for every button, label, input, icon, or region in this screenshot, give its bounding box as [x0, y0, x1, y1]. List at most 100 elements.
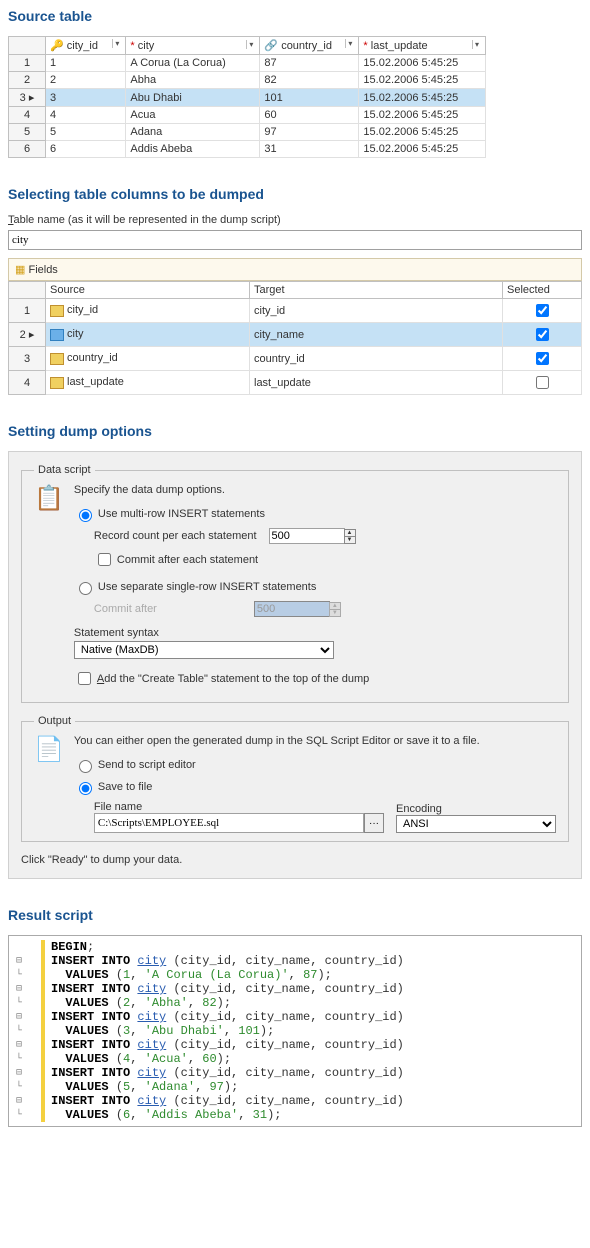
radio-single-row[interactable]: [79, 582, 92, 595]
cell-last_update[interactable]: 15.02.2006 5:45:25: [359, 55, 486, 72]
script-icon: 📋: [34, 484, 64, 694]
cell-city[interactable]: Addis Abeba: [126, 141, 260, 158]
fields-panel-header: ▦ Fields: [8, 258, 582, 281]
required-icon: *: [363, 40, 367, 52]
table-row[interactable]: 66Addis Abeba3115.02.2006 5:45:25: [9, 141, 486, 158]
col-selected[interactable]: Selected: [503, 282, 582, 299]
filename-input[interactable]: [94, 813, 364, 833]
col-target[interactable]: Target: [250, 282, 503, 299]
cell-city[interactable]: Abu Dhabi: [126, 89, 260, 107]
cell-country_id[interactable]: 31: [260, 141, 359, 158]
section-source-heading: Source table: [8, 8, 582, 24]
data-script-fieldset: Data script 📋 Specify the data dump opti…: [21, 464, 569, 703]
cell-city_id[interactable]: 4: [46, 107, 126, 124]
row-number: 4: [9, 371, 46, 395]
col-last_update[interactable]: * last_update▾: [359, 37, 486, 55]
table-row[interactable]: 2 ▸citycity_name: [9, 323, 582, 347]
cell-source[interactable]: last_update: [46, 371, 250, 395]
cell-selected[interactable]: [503, 371, 582, 395]
cell-target[interactable]: country_id: [250, 347, 503, 371]
dropdown-icon[interactable]: ▾: [246, 40, 255, 49]
cell-country_id[interactable]: 87: [260, 55, 359, 72]
stmt-syntax-select[interactable]: Native (MaxDB): [74, 641, 334, 659]
cell-country_id[interactable]: 97: [260, 124, 359, 141]
row-number: 1: [9, 55, 46, 72]
cell-country_id[interactable]: 60: [260, 107, 359, 124]
label-single-row: Use separate single-row INSERT statement…: [98, 581, 316, 593]
cell-source[interactable]: city: [46, 323, 250, 347]
cell-target[interactable]: last_update: [250, 371, 503, 395]
cell-city_id[interactable]: 3: [46, 89, 126, 107]
radio-save-file[interactable]: [79, 782, 92, 795]
table-row[interactable]: 3country_idcountry_id: [9, 347, 582, 371]
script-line: ⊟INSERT INTO city (city_id, city_name, c…: [9, 982, 581, 996]
cell-source[interactable]: country_id: [46, 347, 250, 371]
script-line: BEGIN;: [9, 940, 581, 954]
cell-selected[interactable]: [503, 299, 582, 323]
table-row[interactable]: 22Abha8215.02.2006 5:45:25: [9, 72, 486, 89]
tablename-input[interactable]: [8, 230, 582, 250]
col-city_id[interactable]: 🔑 city_id▾: [46, 37, 126, 55]
radio-multi-row[interactable]: [79, 509, 92, 522]
col-country_id[interactable]: 🔗 country_id▾: [260, 37, 359, 55]
output-icon: 📄: [34, 735, 64, 833]
column-icon: [50, 377, 64, 389]
selected-checkbox[interactable]: [536, 304, 549, 317]
dropdown-icon[interactable]: ▾: [472, 40, 481, 49]
table-row[interactable]: 44Acua6015.02.2006 5:45:25: [9, 107, 486, 124]
cell-last_update[interactable]: 15.02.2006 5:45:25: [359, 72, 486, 89]
script-line: └ VALUES (1, 'A Corua (La Corua)', 87);: [9, 968, 581, 982]
table-row[interactable]: 11A Corua (La Corua)8715.02.2006 5:45:25: [9, 55, 486, 72]
source-table[interactable]: 🔑 city_id▾ * city▾ 🔗 country_id▾ * last_…: [8, 36, 486, 158]
cell-city[interactable]: Abha: [126, 72, 260, 89]
selected-checkbox[interactable]: [536, 352, 549, 365]
section-result-heading: Result script: [8, 907, 582, 923]
cell-city[interactable]: A Corua (La Corua): [126, 55, 260, 72]
output-fieldset: Output 📄 You can either open the generat…: [21, 715, 569, 842]
table-row[interactable]: 55Adana9715.02.2006 5:45:25: [9, 124, 486, 141]
browse-button[interactable]: ···: [364, 813, 384, 833]
script-line: └ VALUES (4, 'Acua', 60);: [9, 1052, 581, 1066]
commit-each-checkbox[interactable]: [98, 553, 111, 566]
cell-city[interactable]: Acua: [126, 107, 260, 124]
commit-after-label: Commit after: [94, 603, 254, 615]
record-count-input[interactable]: [269, 528, 345, 544]
col-city[interactable]: * city▾: [126, 37, 260, 55]
cell-last_update[interactable]: 15.02.2006 5:45:25: [359, 141, 486, 158]
spinner-down-icon[interactable]: ▼: [345, 536, 355, 543]
cell-country_id[interactable]: 101: [260, 89, 359, 107]
table-row[interactable]: 1city_idcity_id: [9, 299, 582, 323]
output-desc: You can either open the generated dump i…: [74, 735, 556, 747]
cell-last_update[interactable]: 15.02.2006 5:45:25: [359, 124, 486, 141]
data-script-legend: Data script: [34, 464, 95, 476]
fields-table[interactable]: Source Target Selected 1city_idcity_id2 …: [8, 281, 582, 395]
selected-checkbox[interactable]: [536, 328, 549, 341]
column-icon: [50, 353, 64, 365]
cell-target[interactable]: city_id: [250, 299, 503, 323]
dropdown-icon[interactable]: ▾: [112, 39, 121, 48]
add-create-checkbox[interactable]: [78, 672, 91, 685]
radio-send-editor[interactable]: [79, 760, 92, 773]
cell-last_update[interactable]: 15.02.2006 5:45:25: [359, 89, 486, 107]
cell-last_update[interactable]: 15.02.2006 5:45:25: [359, 107, 486, 124]
cell-city_id[interactable]: 6: [46, 141, 126, 158]
dropdown-icon[interactable]: ▾: [345, 39, 354, 48]
cell-source[interactable]: city_id: [46, 299, 250, 323]
selected-checkbox[interactable]: [536, 376, 549, 389]
result-script[interactable]: BEGIN; ⊟INSERT INTO city (city_id, city_n…: [8, 935, 582, 1127]
cell-selected[interactable]: [503, 323, 582, 347]
save-file-label: Save to file: [98, 781, 152, 793]
encoding-select[interactable]: ANSI: [396, 815, 556, 833]
cell-selected[interactable]: [503, 347, 582, 371]
table-row[interactable]: 3 ▸3Abu Dhabi10115.02.2006 5:45:25: [9, 89, 486, 107]
cell-city_id[interactable]: 5: [46, 124, 126, 141]
cell-city_id[interactable]: 1: [46, 55, 126, 72]
link-icon: 🔗: [264, 40, 278, 52]
cell-target[interactable]: city_name: [250, 323, 503, 347]
table-row[interactable]: 4last_updatelast_update: [9, 371, 582, 395]
cell-city[interactable]: Adana: [126, 124, 260, 141]
corner-cell: [9, 282, 46, 299]
cell-country_id[interactable]: 82: [260, 72, 359, 89]
col-source[interactable]: Source: [46, 282, 250, 299]
cell-city_id[interactable]: 2: [46, 72, 126, 89]
